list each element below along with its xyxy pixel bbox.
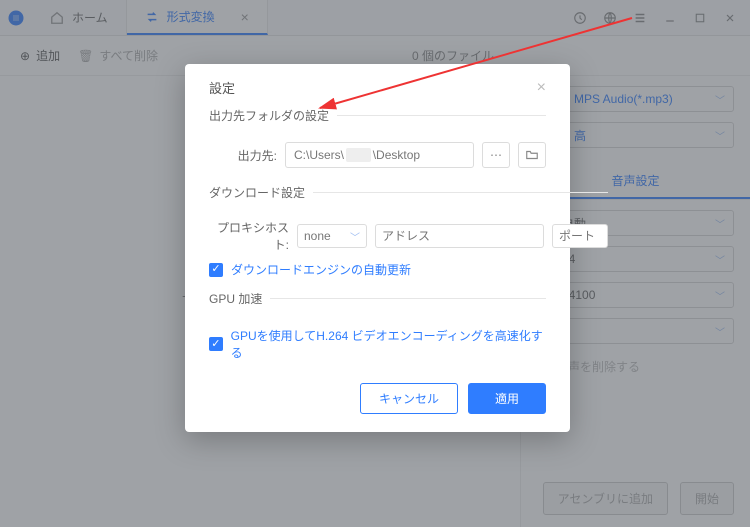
checkbox-checked-icon[interactable]: [209, 263, 223, 277]
more-button[interactable]: ⋯: [482, 142, 510, 168]
proxy-address-input[interactable]: [375, 224, 544, 248]
path-suffix: \Desktop: [373, 148, 420, 162]
proxy-label: プロキシホスト:: [209, 219, 289, 253]
download-legend: ダウンロード設定: [209, 184, 313, 201]
auto-update-label: ダウンロードエンジンの自動更新: [231, 261, 411, 278]
cancel-button[interactable]: キャンセル: [360, 383, 458, 414]
output-legend: 出力先フォルダの設定: [209, 107, 337, 124]
output-label: 出力先:: [209, 147, 277, 164]
modal-title: 設定: [209, 78, 235, 97]
gpu-fieldset: GPU 加速 GPUを使用してH.264 ビデオエンコーディングを高速化する: [209, 290, 546, 367]
chevron-down-icon: ﹀: [350, 229, 360, 244]
gpu-legend: GPU 加速: [209, 290, 270, 307]
download-fieldset: ダウンロード設定 プロキシホスト: none ﹀ ダウンロードエンジンの自動更新: [209, 184, 608, 284]
proxy-mode-value: none: [304, 229, 331, 243]
output-path-input[interactable]: C:\Users\ \Desktop: [285, 142, 474, 168]
checkbox-checked-icon[interactable]: [209, 337, 223, 351]
modal-close-icon[interactable]: ×: [537, 79, 546, 97]
path-prefix: C:\Users\: [294, 148, 344, 162]
proxy-port-input[interactable]: [552, 224, 608, 248]
proxy-mode-select[interactable]: none ﹀: [297, 224, 367, 248]
settings-modal: 設定 × 出力先フォルダの設定 出力先: C:\Users\ \Desktop …: [185, 64, 570, 432]
path-masked-segment: [346, 148, 371, 162]
output-fieldset: 出力先フォルダの設定 出力先: C:\Users\ \Desktop ⋯: [209, 107, 546, 178]
apply-button[interactable]: 適用: [468, 383, 546, 414]
browse-folder-button[interactable]: [518, 142, 546, 168]
gpu-label: GPUを使用してH.264 ビデオエンコーディングを高速化する: [231, 327, 546, 361]
